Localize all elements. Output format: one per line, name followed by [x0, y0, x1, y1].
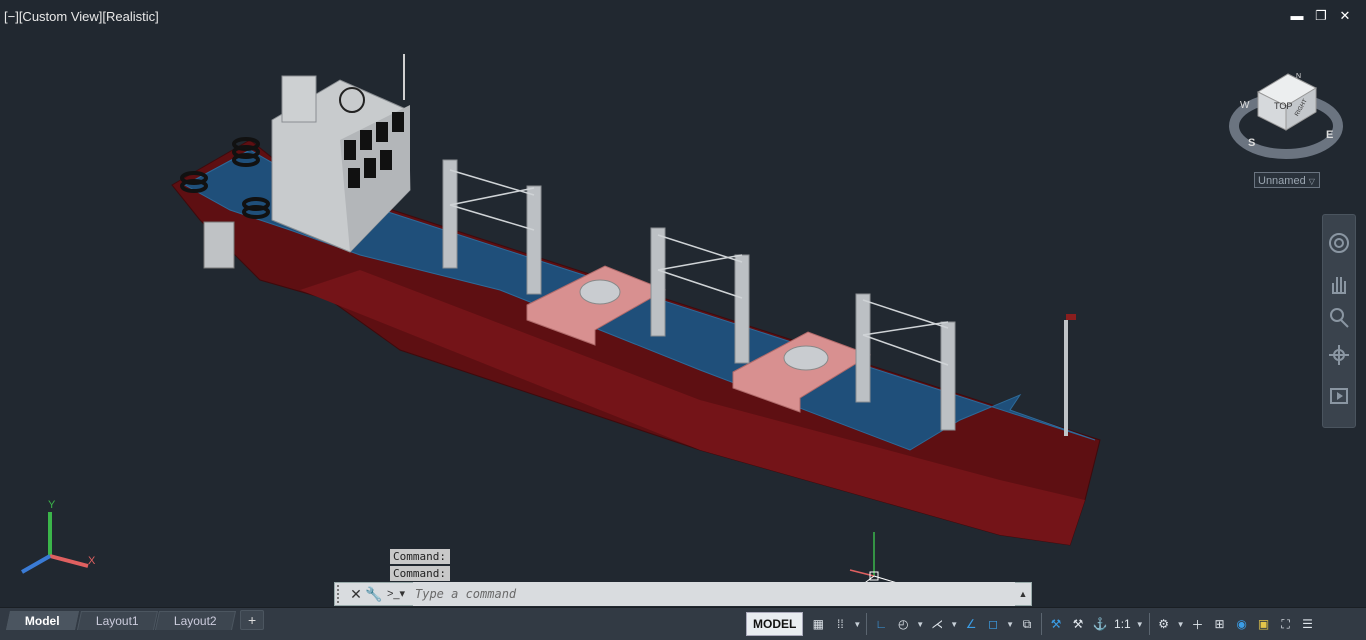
- ortho-icon[interactable]: ∟: [870, 612, 892, 636]
- chevron-down-icon[interactable]: ▼: [916, 620, 924, 629]
- tab-layout1[interactable]: Layout1: [76, 611, 158, 630]
- object-snap-tracking-icon[interactable]: ∠: [960, 612, 982, 636]
- command-history-line: Command:: [390, 566, 450, 581]
- isodraft-icon[interactable]: ⋌: [926, 612, 948, 636]
- divider: [866, 613, 868, 635]
- chevron-down-icon[interactable]: ▼: [950, 620, 958, 629]
- view-name-dropdown[interactable]: Unnamed ▽: [1254, 172, 1320, 188]
- navigation-bar: [1322, 214, 1356, 428]
- layout-tabs: Model Layout1 Layout2 +: [5, 610, 265, 630]
- add-layout-button[interactable]: +: [240, 610, 265, 630]
- bow-flag: [1066, 314, 1076, 320]
- ship-3d-model[interactable]: [0, 0, 1366, 607]
- chevron-down-icon[interactable]: ▼: [1006, 620, 1014, 629]
- tab-layout2[interactable]: Layout2: [155, 611, 237, 630]
- tab-label: Layout1: [95, 614, 139, 628]
- status-bar: Model Layout1 Layout2 + MODEL ▦ ⁞⁞ ▼ ∟ ◴…: [0, 607, 1366, 640]
- annotation-visibility-icon[interactable]: ⚒: [1045, 612, 1067, 636]
- tab-label: Model: [24, 614, 60, 628]
- annotation-scale-icon[interactable]: ⚓: [1089, 612, 1111, 636]
- compass-n: N: [1296, 73, 1301, 80]
- stern-rudder: [203, 221, 235, 269]
- orbit-icon[interactable]: [1327, 341, 1351, 369]
- snap-icon[interactable]: ⁞⁞: [829, 612, 851, 636]
- clean-screen-icon[interactable]: ⛶: [1275, 612, 1297, 636]
- model-viewport[interactable]: [−][Custom View][Realistic] ▬ ❐ ✕ TOP RI…: [0, 0, 1366, 607]
- polar-tracking-icon[interactable]: ◴: [892, 612, 914, 636]
- status-tools: MODEL ▦ ⁞⁞ ▼ ∟ ◴ ▼ ⋌ ▼ ∠ ◻ ▼ ⧉ ⚒ ⚒ ⚓ 1:1…: [746, 611, 1319, 637]
- hardware-acceleration-icon[interactable]: ▣: [1253, 612, 1275, 636]
- compass-s: S: [1248, 137, 1255, 149]
- drag-handle[interactable]: [337, 585, 347, 603]
- annotation-scale-label[interactable]: 1:1: [1111, 612, 1134, 636]
- menu-icon[interactable]: ☰: [1297, 612, 1319, 636]
- steering-wheel-icon[interactable]: [1327, 229, 1351, 257]
- gear-icon[interactable]: ⚙: [1153, 612, 1175, 636]
- command-line: ✕ 🔧 >_▾ ▲: [334, 582, 1032, 606]
- wrench-icon[interactable]: 🔧: [365, 584, 383, 604]
- chevron-down-icon: ▽: [1308, 177, 1315, 186]
- isolate-objects-icon[interactable]: ◉: [1231, 612, 1253, 636]
- object-snap-icon[interactable]: ◻: [982, 612, 1004, 636]
- model-space-button[interactable]: MODEL: [746, 612, 804, 636]
- viewcube-top-label: TOP: [1274, 101, 1292, 111]
- propeller-2: [783, 345, 829, 371]
- pan-icon[interactable]: [1327, 271, 1351, 299]
- ucs-x-label: X: [88, 555, 96, 567]
- command-input[interactable]: [413, 582, 1015, 606]
- zoom-icon[interactable]: [1327, 303, 1351, 331]
- selection-cycling-icon[interactable]: ⧉: [1016, 612, 1038, 636]
- tab-label: Layout2: [174, 614, 217, 628]
- grid-icon[interactable]: ▦: [807, 612, 829, 636]
- view-name-label: Unnamed: [1258, 175, 1306, 187]
- close-icon[interactable]: ✕: [347, 584, 365, 604]
- command-history-line: Command:: [390, 549, 450, 564]
- command-prompt-icon[interactable]: >_▾: [383, 584, 409, 604]
- showmotion-icon[interactable]: [1327, 381, 1351, 409]
- chevron-down-icon[interactable]: ▼: [1136, 620, 1144, 629]
- compass-w: W: [1240, 100, 1250, 111]
- divider: [1148, 613, 1150, 635]
- viewcube[interactable]: TOP RIGHT W S E N: [1228, 62, 1346, 172]
- funnel-block: [281, 75, 317, 123]
- command-history: Command: Command:: [390, 549, 450, 583]
- units-icon[interactable]: ⊞: [1209, 612, 1231, 636]
- chevron-down-icon[interactable]: ▼: [853, 620, 861, 629]
- propeller-1: [579, 279, 621, 305]
- auto-scale-icon[interactable]: ⚒: [1067, 612, 1089, 636]
- ucs-icon[interactable]: Y X: [14, 492, 104, 582]
- chevron-down-icon[interactable]: ▼: [1177, 620, 1185, 629]
- tab-model[interactable]: Model: [5, 611, 79, 630]
- chevron-up-icon[interactable]: ▲: [1015, 589, 1031, 599]
- compass-e: E: [1326, 129, 1333, 141]
- plus-icon[interactable]: ＋: [1187, 612, 1209, 636]
- ucs-y-label: Y: [48, 499, 56, 511]
- divider: [1041, 613, 1043, 635]
